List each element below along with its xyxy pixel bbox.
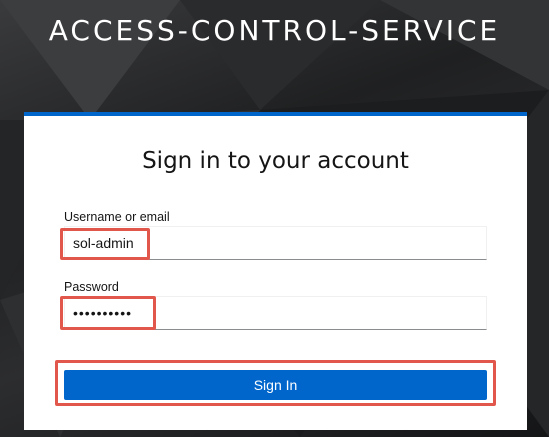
password-input[interactable]	[65, 297, 486, 329]
username-label: Username or email	[64, 210, 170, 224]
password-field	[64, 296, 487, 330]
login-title: Sign in to your account	[142, 148, 409, 174]
sign-in-button[interactable]: Sign In	[64, 370, 487, 400]
username-input[interactable]	[65, 227, 486, 259]
username-field	[64, 226, 487, 260]
password-label: Password	[64, 280, 119, 294]
realm-title: ACCESS-CONTROL-SERVICE	[48, 14, 501, 47]
login-card: Sign in to your account Username or emai…	[24, 112, 527, 430]
